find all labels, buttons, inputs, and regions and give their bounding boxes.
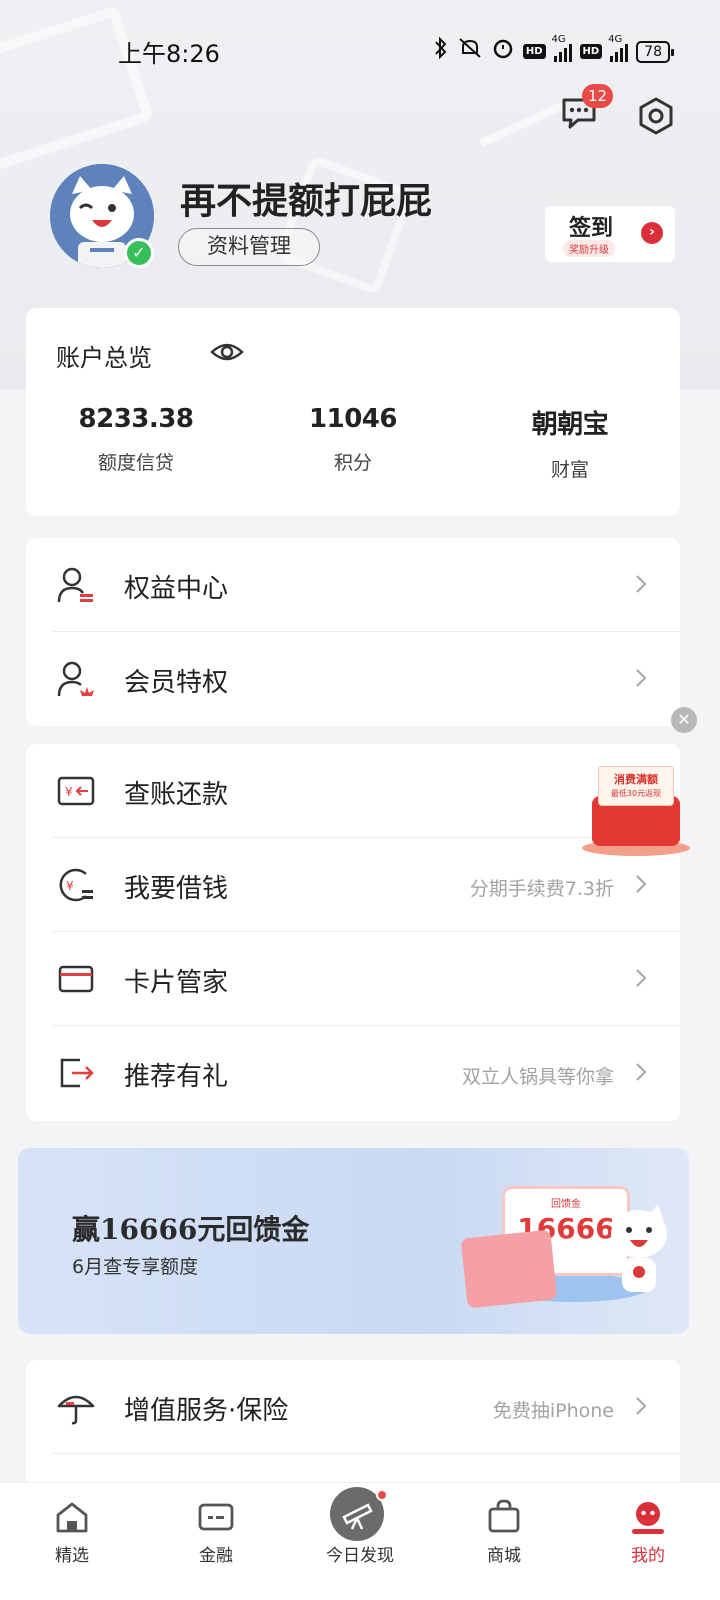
promo-line-1: 消费满额 [614,773,658,786]
checkin-reward-tag: 奖励升级 [563,240,615,257]
list-item-label: 权益中心 [124,574,229,604]
hd-badge-2: HD [579,44,603,59]
share-exit-icon [56,1054,96,1092]
benefits-card: 权益中心 会员特权 [26,538,680,726]
stat-wealth-label: 财富 [550,459,589,481]
bluetooth-icon [433,36,449,67]
my-profile-icon [628,1497,668,1537]
bill-repay-icon: ¥ [56,772,96,810]
list-item-card-manager[interactable]: 卡片管家 [26,932,680,1026]
chevron-right-icon [634,1060,648,1084]
floating-red-envelope-promo[interactable]: 消费满额 最低30元返现 [578,762,698,858]
list-item-label: 卡片管家 [124,968,229,998]
banner-title: 赢16666元回馈金 [72,1213,310,1246]
nav-tab-mine[interactable]: 我的 [576,1483,720,1600]
status-time: 上午8:26 [118,40,220,68]
stat-credit-label: 额度信贷 [97,452,174,474]
divider [52,1453,680,1454]
bottom-navigation: 精选 金融 今日发现 商城 我的 [0,1482,720,1600]
nav-tab-featured[interactable]: 精选 [0,1483,144,1600]
cat-mascot-icon [611,1204,667,1292]
stat-points[interactable]: 11046 积分 [253,404,453,475]
banner-subtitle: 6月查专享额度 [72,1256,199,1278]
list-item-insurance[interactable]: 增值服务·保险 免费抽iPhone [26,1360,680,1454]
alarm-icon [491,36,515,67]
chevron-right-icon [634,872,648,896]
list-item-hint: 免费抽iPhone [492,1400,614,1422]
list-item-label: 查账还款 [124,780,229,810]
umbrella-icon [56,1388,96,1426]
list-item-label: 会员特权 [124,668,229,698]
account-overview-card: 账户总览 8233.38 额度信贷 11046 积分 朝朝宝 财富 [26,308,680,516]
close-icon[interactable]: ✕ [671,707,697,733]
gear-icon [639,97,673,135]
stat-points-label: 积分 [333,452,372,474]
chevron-right-icon [634,966,648,990]
list-item-referral[interactable]: 推荐有礼 双立人锅具等你拿 [26,1026,680,1120]
list-item-label: 推荐有礼 [124,1062,229,1092]
chevron-right-icon [634,1394,648,1418]
user-benefit-icon [56,566,96,604]
stat-wealth-value: 朝朝宝 [531,410,609,440]
stat-wealth[interactable]: 朝朝宝 财富 [470,404,670,482]
username: 再不提额打屁屁 [180,181,433,222]
nav-tab-mall[interactable]: 商城 [432,1483,576,1600]
nav-tab-label: 今日发现 [326,1546,394,1566]
settings-button[interactable] [636,96,676,136]
nav-tab-label: 金融 [199,1546,233,1566]
list-item-hint: 分期手续费7.3折 [469,878,614,900]
shopping-bag-icon [484,1497,524,1537]
eye-icon[interactable] [210,338,244,366]
notification-dot [376,1489,388,1501]
nav-tab-label: 我的 [631,1546,665,1566]
svg-text:¥: ¥ [66,879,74,893]
message-count-badge: 12 [582,84,614,108]
promo-banner[interactable]: 赢16666元回馈金 6月查专享额度 回馈金 16666 [18,1148,689,1334]
list-item-label: 我要借钱 [124,874,229,904]
chevron-right-icon [634,572,648,596]
user-crown-icon [56,660,96,698]
list-item-benefit-center[interactable]: 权益中心 [26,538,680,632]
card-icon [56,960,96,998]
list-item-hint: 双立人锅具等你拿 [461,1066,614,1088]
gift-box-icon [460,1229,558,1309]
signal-icon-1: 4G [552,34,572,62]
chevron-right-icon: › [641,222,663,244]
home-icon [52,1497,92,1537]
nav-tab-finance[interactable]: 金融 [144,1483,288,1600]
checkin-label: 签到 [569,216,614,241]
hd-badge-1: HD [522,44,546,59]
promo-line-2: 最低30元返现 [610,789,662,798]
signal-icon-2: 4G [608,34,629,62]
checkin-button[interactable]: 签到 奖励升级 › [545,206,675,262]
nav-tab-label: 精选 [55,1546,89,1566]
svg-text:¥: ¥ [65,785,73,799]
stat-points-value: 11046 [309,404,397,434]
list-item-label: 增值服务·保险 [124,1396,289,1426]
borrow-money-icon: ¥ [56,866,96,904]
mute-bell-icon [457,36,483,67]
nav-tab-label: 商城 [487,1546,521,1566]
account-overview-title: 账户总览 [56,344,152,372]
verified-check-icon: ✓ [124,238,154,268]
stat-credit[interactable]: 8233.38 额度信贷 [36,404,236,475]
status-bar: 上午8:26 HD 4G HD 4G 78 [0,30,720,70]
stat-credit-value: 8233.38 [78,404,194,434]
value-added-card: 增值服务·保险 免费抽iPhone [26,1360,680,1500]
nav-tab-discover[interactable]: 今日发现 [288,1483,432,1600]
battery-icon: 78 [636,40,674,63]
finance-card-icon [196,1497,236,1537]
list-item-member-privilege[interactable]: 会员特权 [26,632,680,726]
chevron-right-icon [634,666,648,690]
profile-manage-button[interactable]: 资料管理 [178,228,320,266]
